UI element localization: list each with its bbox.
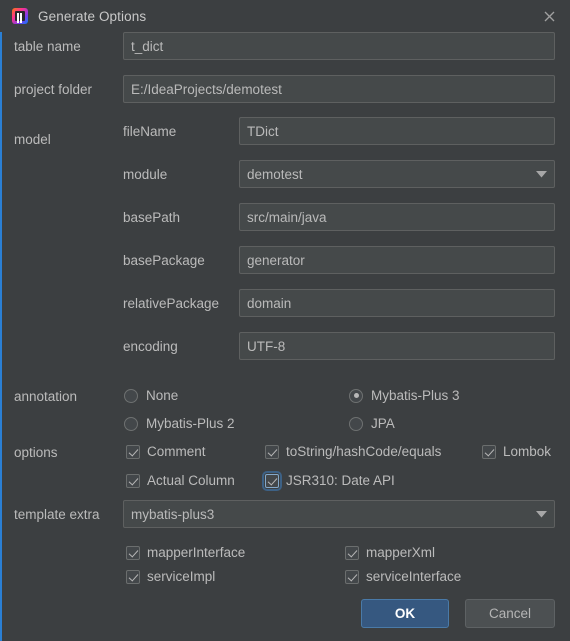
base-path-label: basePath — [123, 209, 181, 225]
checkbox-service-interface-label: serviceInterface — [366, 569, 462, 584]
template-extra-group-label: template extra — [14, 507, 100, 522]
ok-button[interactable]: OK — [361, 599, 449, 628]
radio-mybatis-plus-2-indicator — [124, 416, 138, 431]
checkbox-service-impl-label: serviceImpl — [147, 569, 216, 584]
checkbox-jsr310-date-api-label: JSR310: Date API — [286, 473, 395, 488]
checkbox-jsr310-date-api-indicator — [262, 470, 282, 491]
file-name-input[interactable]: TDict — [239, 117, 555, 145]
checkbox-actual-column[interactable]: Actual Column — [126, 473, 235, 488]
checkbox-mapper-interface-label: mapperInterface — [147, 545, 246, 560]
checkbox-service-impl-indicator — [126, 569, 140, 584]
options-group-label: options — [14, 445, 58, 460]
close-icon — [544, 11, 554, 21]
radio-mybatis-plus-3[interactable]: Mybatis-Plus 3 — [349, 388, 460, 403]
checkbox-comment-label: Comment — [147, 444, 206, 459]
project-folder-input[interactable]: E:/IdeaProjects/demotest — [123, 75, 555, 103]
template-extra-combobox-value: mybatis-plus3 — [131, 506, 215, 522]
template-extra-combobox[interactable]: mybatis-plus3 — [123, 500, 555, 528]
radio-none[interactable]: None — [124, 388, 178, 403]
relative-package-input[interactable]: domain — [239, 289, 555, 317]
title-bar: Generate Options — [0, 0, 570, 32]
file-name-label: fileName — [123, 123, 177, 139]
checkbox-lombok-indicator — [482, 444, 496, 459]
base-package-label: basePackage — [123, 252, 205, 268]
radio-mybatis-plus-3-indicator — [349, 388, 363, 403]
checkbox-lombok-label: Lombok — [503, 444, 552, 459]
table-name-input[interactable]: t_dict — [123, 32, 555, 60]
checkbox-service-interface-indicator — [345, 569, 359, 584]
base-path-input[interactable]: src/main/java — [239, 203, 555, 231]
accent-stripe — [0, 32, 2, 641]
checkbox-tostring-hashcode-equals-label: toString/hashCode/equals — [286, 444, 442, 459]
radio-none-label: None — [146, 388, 179, 403]
cancel-button[interactable]: Cancel — [465, 599, 555, 628]
module-combobox-value: demotest — [247, 166, 303, 182]
checkbox-mapper-xml-indicator — [345, 545, 359, 560]
module-label: module — [123, 166, 168, 182]
close-button[interactable] — [536, 4, 562, 28]
generate-options-dialog: Generate Options table name t_dict proje… — [0, 0, 570, 641]
chevron-down-icon[interactable] — [528, 161, 554, 187]
project-folder-label: project folder — [14, 81, 93, 97]
encoding-input[interactable]: UTF-8 — [239, 332, 555, 360]
checkbox-tostring-hashcode-equals-indicator — [265, 444, 279, 459]
radio-mybatis-plus-2[interactable]: Mybatis-Plus 2 — [124, 416, 235, 431]
checkbox-comment[interactable]: Comment — [126, 444, 206, 459]
checkbox-mapper-xml-label: mapperXml — [366, 545, 436, 560]
dialog-body: table name t_dict project folder E:/Idea… — [0, 32, 570, 641]
radio-mybatis-plus-3-label: Mybatis-Plus 3 — [371, 388, 460, 403]
encoding-label: encoding — [123, 338, 178, 354]
module-combobox[interactable]: demotest — [239, 160, 555, 188]
radio-none-indicator — [124, 388, 138, 403]
checkbox-comment-indicator — [126, 444, 140, 459]
annotation-group-label: annotation — [14, 389, 78, 404]
model-group-label: model — [14, 132, 51, 147]
checkbox-tostring-hashcode-equals[interactable]: toString/hashCode/equals — [265, 444, 441, 459]
checkbox-lombok[interactable]: Lombok — [482, 444, 551, 459]
table-name-label: table name — [14, 38, 81, 54]
checkbox-jsr310-date-api[interactable]: JSR310: Date API — [262, 470, 395, 491]
checkbox-service-impl[interactable]: serviceImpl — [126, 569, 215, 584]
radio-jpa[interactable]: JPA — [349, 416, 395, 431]
checkbox-service-interface[interactable]: serviceInterface — [345, 569, 461, 584]
checkbox-actual-column-label: Actual Column — [147, 473, 235, 488]
checkbox-mapper-interface-indicator — [126, 545, 140, 560]
intellij-idea-icon — [12, 8, 28, 24]
radio-jpa-label: JPA — [371, 416, 395, 431]
window-title: Generate Options — [38, 8, 147, 24]
relative-package-label: relativePackage — [123, 295, 220, 311]
radio-mybatis-plus-2-label: Mybatis-Plus 2 — [146, 416, 235, 431]
checkbox-mapper-interface[interactable]: mapperInterface — [126, 545, 245, 560]
checkbox-mapper-xml[interactable]: mapperXml — [345, 545, 435, 560]
base-package-input[interactable]: generator — [239, 246, 555, 274]
chevron-down-icon[interactable] — [528, 501, 554, 527]
radio-jpa-indicator — [349, 416, 363, 431]
checkbox-actual-column-indicator — [126, 473, 140, 488]
